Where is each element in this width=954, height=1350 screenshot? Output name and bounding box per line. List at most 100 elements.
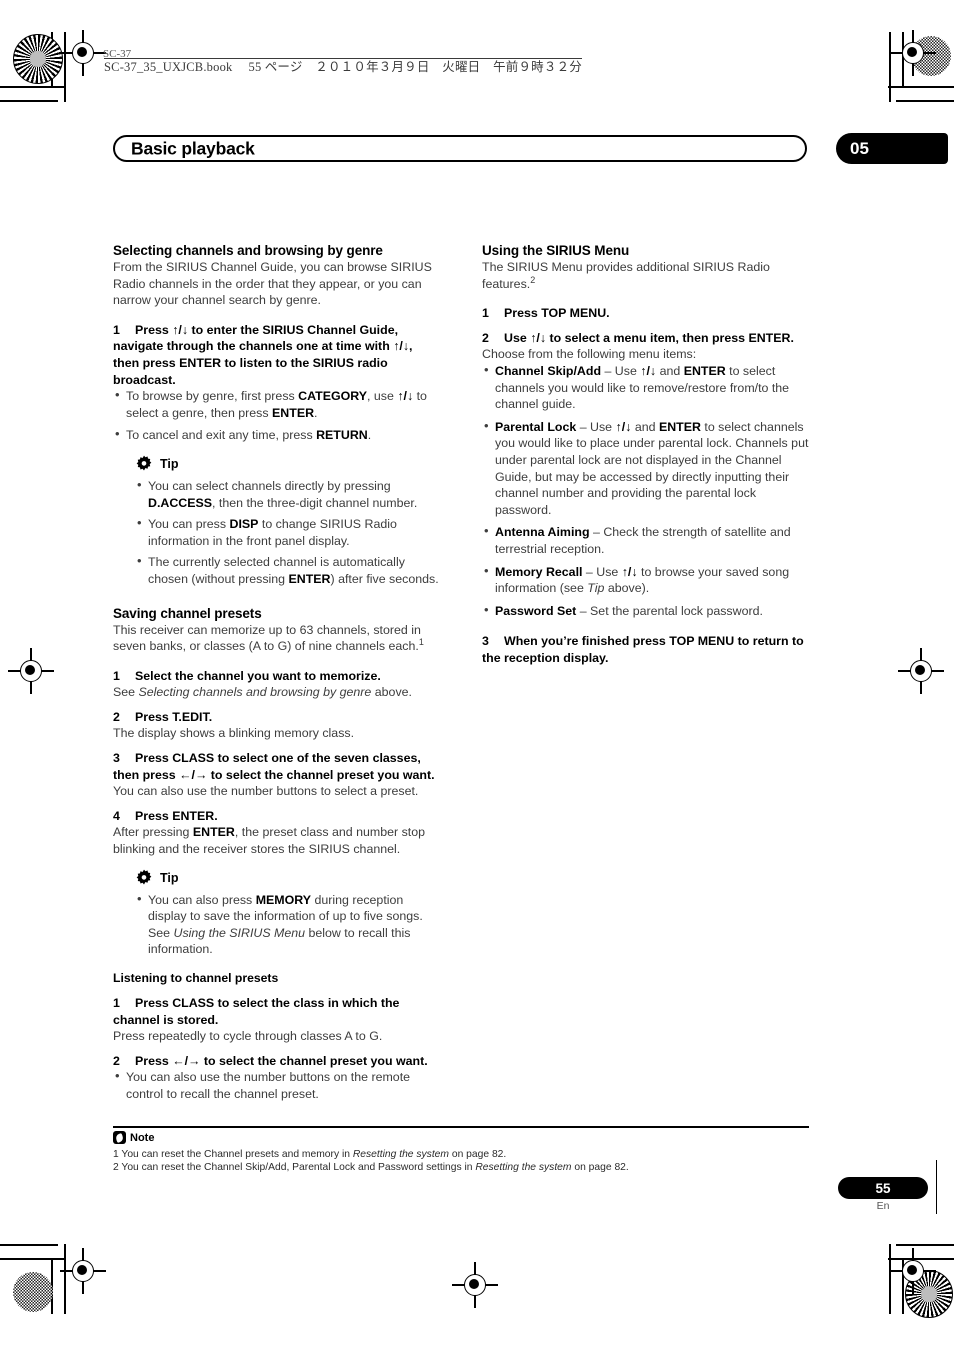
crop-line xyxy=(896,100,954,102)
registration-mark xyxy=(60,30,106,76)
step-2: 2 Press T.EDIT. xyxy=(113,709,440,726)
list-item: Password Set – Set the parental lock pas… xyxy=(482,602,809,620)
section-heading-saving-presets: Saving channel presets xyxy=(113,605,262,621)
step-number: 1 xyxy=(113,322,120,337)
chapter-number-badge: 05 xyxy=(836,133,948,164)
step-subtext: The display shows a blinking memory clas… xyxy=(113,726,355,741)
list-item: You can also use the number buttons on t… xyxy=(113,1068,440,1102)
list-item: Parental Lock – Use ↑/↓ and ENTER to sel… xyxy=(482,418,809,519)
list-item: To browse by genre, first press CATEGORY… xyxy=(113,387,440,421)
book-slug: SC-37_35_UXJCB.book 55 ページ ２０１０年３月９日 火曜日… xyxy=(104,56,582,75)
list-item: Memory Recall – Use ↑/↓ to browse your s… xyxy=(482,562,809,597)
step-1-bullets: To browse by genre, first press CATEGORY… xyxy=(113,387,440,444)
step-subtext: You can also use the number buttons to s… xyxy=(113,784,419,799)
left-column: Selecting channels and browsing by genre… xyxy=(113,243,440,1109)
subsection-heading-listening-presets: Listening to channel presets xyxy=(113,971,279,985)
footnote-item: 1 You can reset the Channel presets and … xyxy=(113,1149,507,1160)
step-number: 1 xyxy=(113,668,120,683)
list-item: You can select channels directly by pres… xyxy=(135,477,440,511)
page-title: Basic playback xyxy=(131,138,255,158)
registration-mark xyxy=(60,1248,106,1294)
step-2: 2 Press ←/→ to select the channel preset … xyxy=(113,1053,440,1070)
step-number: 2 xyxy=(113,1053,120,1068)
step-subtext: See Selecting channels and browsing by g… xyxy=(113,685,412,700)
step-number: 3 xyxy=(482,634,489,649)
step-number: 1 xyxy=(113,996,120,1010)
step-2: 2 Use ↑/↓ to select a menu item, then pre… xyxy=(482,330,809,347)
step-4: 4 Press ENTER. xyxy=(113,808,440,825)
list-item: To cancel and exit any time, press RETUR… xyxy=(113,426,440,444)
step-text: When you’re finished press TOP MENU to r… xyxy=(482,634,804,665)
step-1: 1 Press CLASS to select the class in whic… xyxy=(113,995,440,1028)
tip-header: Tip xyxy=(135,455,440,473)
step-subtext: After pressing ENTER, the preset class a… xyxy=(113,825,425,857)
step-1: 1 Press ↑/↓ to enter the SIRIUS Channel G… xyxy=(113,322,440,388)
section-heading-using-sirius-menu: Using the SIRIUS Menu xyxy=(482,243,630,258)
tip-block-1: Tip You can select channels directly by … xyxy=(135,455,440,588)
list-item: Antenna Aiming – Check the strength of s… xyxy=(482,523,809,557)
list-item: Channel Skip/Add – Use ↑/↓ and ENTER to … xyxy=(482,362,809,413)
footnote-item: 2 You can reset the Channel Skip/Add, Pa… xyxy=(113,1162,629,1174)
halftone-dot-target xyxy=(13,1272,53,1312)
step-subtext: Choose from the following menu items: xyxy=(482,347,697,362)
right-column: Using the SIRIUS Menu The SIRIUS Menu pr… xyxy=(482,243,809,1109)
list-item: You can press DISP to change SIRIUS Radi… xyxy=(135,515,440,549)
section-heading-selecting-channels: Selecting channels and browsing by genre xyxy=(113,243,383,258)
crop-line xyxy=(0,1258,66,1260)
tip-bullets: You can also press MEMORY during recepti… xyxy=(135,891,440,958)
crop-line xyxy=(0,1244,58,1246)
halftone-star-target xyxy=(13,34,63,84)
tip-header: Tip xyxy=(135,869,440,887)
step-text: Press T.EDIT. xyxy=(135,709,213,724)
step-subtext: Press repeatedly to cycle through classe… xyxy=(113,1029,383,1044)
registration-mark xyxy=(898,648,944,694)
footnote-list: 1 You can reset the Channel presets and … xyxy=(113,1148,813,1175)
step-text: Press TOP MENU. xyxy=(504,306,610,321)
section-intro: This receiver can memorize up to 63 chan… xyxy=(113,622,424,654)
step-number: 1 xyxy=(482,306,489,321)
body-columns: Selecting channels and browsing by genre… xyxy=(113,243,809,1109)
step-text: Press CLASS to select the class in which… xyxy=(113,996,400,1027)
step-1: 1 Press TOP MENU. xyxy=(482,305,809,322)
step-number: 3 xyxy=(113,751,120,766)
step-text: Press ←/→ to select the channel preset y… xyxy=(135,1053,428,1068)
tip-bullets: You can select channels directly by pres… xyxy=(135,477,440,588)
tip-label: Tip xyxy=(160,456,179,471)
step-text: Use ↑/↓ to select a menu item, then pres… xyxy=(504,330,794,345)
step-text: Press CLASS to select one of the seven c… xyxy=(113,751,435,782)
step-1: 1 Select the channel you want to memorize… xyxy=(113,668,440,685)
crop-line xyxy=(0,86,66,88)
tip-block-2: Tip You can also press MEMORY during rec… xyxy=(135,869,440,958)
list-item: You can also press MEMORY during recepti… xyxy=(135,891,440,958)
step-text: Press ↑/↓ to enter the SIRIUS Channel Gu… xyxy=(113,322,413,387)
note-icon xyxy=(113,1131,126,1144)
tip-label: Tip xyxy=(160,870,179,885)
page-number-badge: 55 xyxy=(838,1177,928,1199)
step-number: 4 xyxy=(113,808,120,823)
book-slug-text: SC-37_35_UXJCB.book 55 ページ ２０１０年３月９日 火曜日… xyxy=(104,58,582,74)
registration-mark xyxy=(890,30,936,76)
section-intro: The SIRIUS Menu provides additional SIRI… xyxy=(482,260,770,291)
step-text: Press ENTER. xyxy=(135,808,218,823)
registration-mark xyxy=(890,1248,936,1294)
step-text: Select the channel you want to memorize. xyxy=(135,668,381,683)
gear-icon xyxy=(135,869,153,887)
crop-line xyxy=(0,100,58,102)
crop-line xyxy=(896,1244,954,1246)
page-title-bar: Basic playback xyxy=(113,135,807,162)
note-label: Note xyxy=(130,1131,155,1144)
step-3: 3 When you’re finished press TOP MENU to … xyxy=(482,633,809,666)
step-number: 2 xyxy=(482,330,489,345)
gear-icon xyxy=(135,455,153,473)
print-corner-label-right xyxy=(936,1160,939,1214)
note-header: Note xyxy=(113,1131,154,1144)
menu-items-list: Channel Skip/Add – Use ↑/↓ and ENTER to … xyxy=(482,362,809,620)
page-language-label: En xyxy=(876,1200,890,1212)
step-3: 3 Press CLASS to select one of the seven … xyxy=(113,750,440,783)
list-item: The currently selected channel is automa… xyxy=(135,553,440,587)
section-intro: From the SIRIUS Channel Guide, you can b… xyxy=(113,260,432,308)
note-divider xyxy=(113,1126,809,1128)
step-2-bullets: You can also use the number buttons on t… xyxy=(113,1068,440,1102)
crop-line xyxy=(888,86,954,88)
registration-mark xyxy=(8,648,54,694)
